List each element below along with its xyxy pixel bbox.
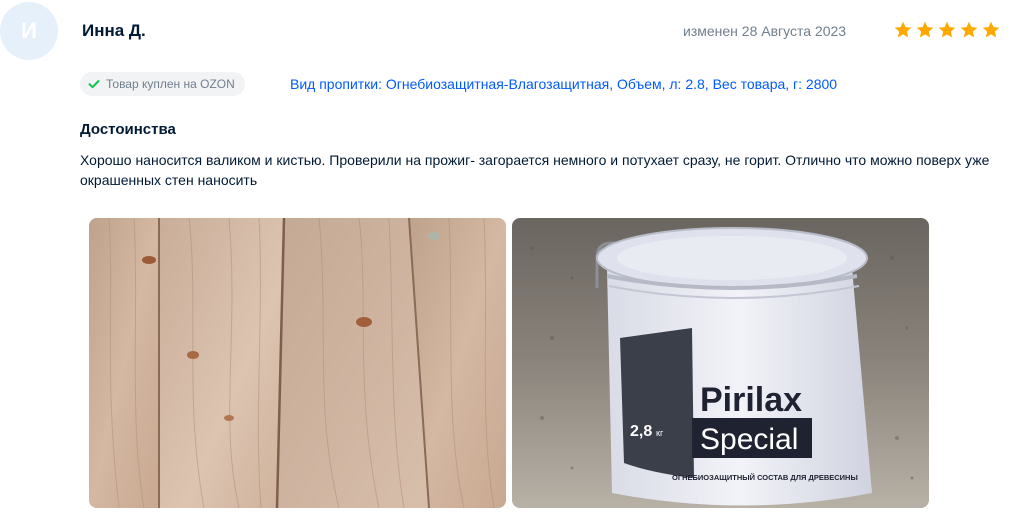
- purchase-badge-label: Товар куплен на OZON: [106, 77, 235, 91]
- avatar: И: [0, 2, 58, 60]
- can-bottom-text: ОГНЕБИОЗАЩИТНЫЙ СОСТАВ ДЛЯ ДРЕВЕСИНЫ: [672, 473, 858, 482]
- star-icon: [916, 21, 934, 38]
- star-icon: [894, 21, 912, 38]
- wood-boards-image: [89, 218, 506, 508]
- product-variant-link[interactable]: Вид пропитки: Огнебиозащитная-Влагозащит…: [290, 76, 837, 92]
- check-icon: [88, 80, 100, 89]
- can-brand-line2: Special: [700, 423, 798, 456]
- pros-section-title: Достоинства: [80, 121, 176, 138]
- product-can-image: 2,8 кг Pirilax Special ОГНЕБИОЗАЩИТНЫЙ С…: [512, 218, 929, 508]
- review-date: изменен 28 Августа 2023: [683, 23, 847, 39]
- avatar-letter: И: [21, 18, 37, 43]
- rating-stars: [893, 20, 1001, 40]
- review-photo-product[interactable]: 2,8 кг Pirilax Special ОГНЕБИОЗАЩИТНЫЙ С…: [512, 218, 929, 508]
- review-photo-wood[interactable]: [89, 218, 506, 508]
- purchase-badge: Товар куплен на OZON: [80, 72, 245, 96]
- star-icon: [982, 21, 1000, 38]
- star-icon: [938, 21, 956, 38]
- can-volume: 2,8: [630, 423, 652, 440]
- review-text: Хорошо наносится валиком и кистью. Прове…: [80, 152, 990, 188]
- can-brand-line1: Pirilax: [700, 381, 802, 419]
- can-volume-unit: кг: [656, 428, 664, 438]
- author-name[interactable]: Инна Д.: [82, 21, 146, 41]
- star-icon: [960, 21, 978, 38]
